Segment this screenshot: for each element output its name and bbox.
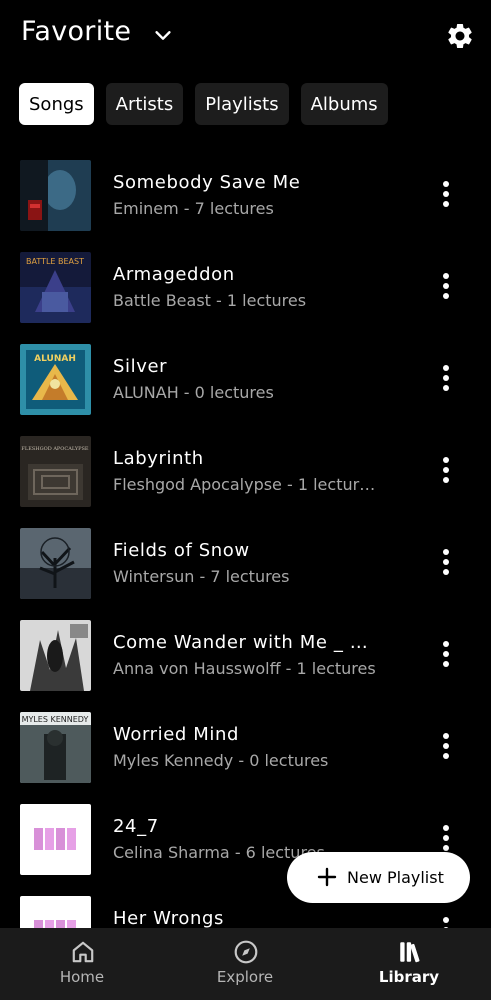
song-subtitle: ALUNAH - 0 lectures (113, 383, 274, 402)
song-row[interactable]: MYLES KENNEDY Worried Mind Myles Kennedy… (0, 702, 491, 794)
song-subtitle: Battle Beast - 1 lectures (113, 291, 307, 310)
song-subtitle: Myles Kennedy - 0 lectures (113, 751, 329, 770)
album-art: MYLES KENNEDY (20, 712, 91, 783)
chip-playlists[interactable]: Playlists (195, 83, 289, 125)
song-title: Labyrinth (113, 448, 204, 469)
album-art (20, 620, 91, 691)
song-row[interactable]: Fields of Snow Wintersun - 7 lectures (0, 518, 491, 610)
album-art: BATTLE BEAST (20, 252, 91, 323)
chip-artists[interactable]: Artists (105, 83, 184, 125)
song-title: 24_7 (113, 816, 159, 837)
song-title: Her Wrongs (113, 908, 224, 928)
chip-songs[interactable]: Songs (19, 83, 94, 125)
song-row[interactable]: Come Wander with Me _ … Anna von Hausswo… (0, 610, 491, 702)
song-row[interactable]: Somebody Save Me Eminem - 7 lectures (0, 150, 491, 242)
song-title: Worried Mind (113, 724, 240, 745)
library-icon (400, 942, 420, 963)
song-title: Fields of Snow (113, 540, 250, 561)
song-row[interactable]: ALUNAH Silver ALUNAH - 0 lectures (0, 334, 491, 426)
song-title: Come Wander with Me _ … (113, 632, 369, 653)
album-art (20, 160, 91, 231)
new-playlist-button[interactable]: New Playlist (287, 852, 470, 903)
album-art-text: MYLES KENNEDY (22, 715, 89, 724)
song-subtitle: Eminem - 7 lectures (113, 199, 274, 218)
home-icon (72, 941, 94, 963)
more-options-icon[interactable] (434, 268, 458, 304)
album-art-text: ALUNAH (34, 354, 76, 364)
more-options-icon[interactable] (434, 728, 458, 764)
album-art (20, 896, 91, 928)
more-options-icon[interactable] (434, 820, 458, 856)
page-title[interactable]: Favorite (21, 16, 131, 47)
song-title: Somebody Save Me (113, 172, 301, 193)
nav-explore-label: Explore (216, 968, 274, 986)
new-playlist-label: New Playlist (347, 868, 444, 887)
album-art-text: FLESHGOD APOCALYPSE (21, 446, 89, 452)
more-options-icon[interactable] (434, 360, 458, 396)
nav-explore[interactable]: Explore (185, 928, 305, 1000)
song-title: Silver (113, 356, 168, 377)
chip-albums[interactable]: Albums (300, 83, 388, 125)
album-art: FLESHGOD APOCALYPSE (20, 436, 91, 507)
chevron-down-icon[interactable] (152, 24, 174, 46)
more-options-icon[interactable] (434, 544, 458, 580)
more-options-icon[interactable] (434, 176, 458, 212)
album-art: ALUNAH (20, 344, 91, 415)
more-options-icon[interactable] (434, 636, 458, 672)
app-header: Favorite (0, 0, 491, 72)
album-art (20, 528, 91, 599)
bottom-navigation: Home Explore Library (0, 928, 491, 1000)
song-subtitle: Fleshgod Apocalypse - 1 lectur… (113, 475, 376, 494)
filter-chips: Songs Artists Playlists Albums (19, 83, 388, 125)
gear-icon[interactable] (445, 21, 475, 51)
nav-home-label: Home (59, 968, 105, 986)
song-title: Armageddon (113, 264, 235, 285)
nav-library[interactable]: Library (349, 928, 469, 1000)
song-row[interactable]: FLESHGOD APOCALYPSE Labyrinth Fleshgod A… (0, 426, 491, 518)
plus-icon (317, 867, 337, 887)
song-list: Somebody Save Me Eminem - 7 lectures BAT… (0, 150, 491, 928)
song-row[interactable]: BATTLE BEAST Armageddon Battle Beast - 1… (0, 242, 491, 334)
more-options-icon[interactable] (434, 912, 458, 928)
compass-icon (234, 940, 258, 964)
song-subtitle: Anna von Hausswolff - 1 lectures (113, 659, 376, 678)
more-options-icon[interactable] (434, 452, 458, 488)
album-art (20, 804, 91, 875)
nav-library-label: Library (378, 968, 440, 986)
song-subtitle: Wintersun - 7 lectures (113, 567, 290, 586)
nav-home[interactable]: Home (22, 928, 142, 1000)
album-art-text: BATTLE BEAST (26, 257, 84, 266)
